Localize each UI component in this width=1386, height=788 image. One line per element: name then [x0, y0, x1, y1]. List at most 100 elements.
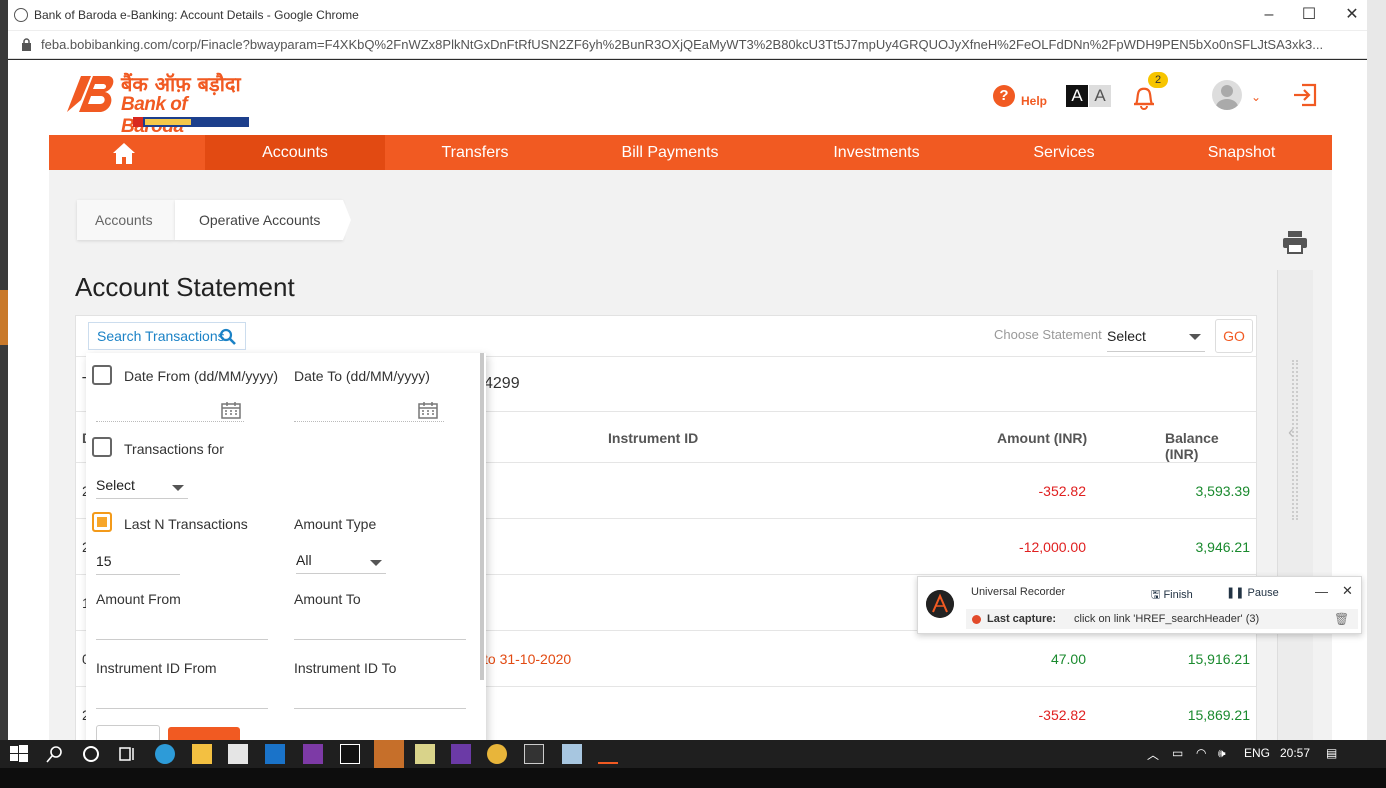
finish-label: Finish: [1163, 589, 1193, 601]
home-icon[interactable]: [111, 141, 137, 165]
finish-button[interactable]: 🖫 Finish: [1151, 586, 1193, 605]
screen-bottom: [0, 768, 1386, 788]
record-dot-icon: [972, 615, 981, 624]
account-line-right: 4299: [484, 375, 520, 392]
pause-button[interactable]: ❚❚ Pause: [1226, 586, 1279, 599]
notepad-icon[interactable]: [415, 744, 435, 764]
close-window-button[interactable]: ✕: [1338, 4, 1366, 26]
instrument-id-to-input[interactable]: [294, 708, 466, 709]
last-n-input[interactable]: 15: [96, 549, 180, 575]
file-explorer-icon[interactable]: [192, 744, 212, 764]
notepad2-icon[interactable]: [562, 744, 582, 764]
breadcrumb-accounts[interactable]: Accounts: [77, 200, 175, 240]
transactions-for-checkbox[interactable]: [92, 437, 112, 457]
search-icon: [219, 328, 236, 345]
windows-start-icon[interactable]: [9, 744, 29, 764]
avatar[interactable]: [1212, 80, 1242, 110]
url-text[interactable]: feba.bobibanking.com/corp/Finacle?bwaypa…: [41, 37, 1361, 52]
instrument-id-from-input[interactable]: [96, 708, 268, 709]
date-to-label: Date To (dd/MM/yyyy): [294, 368, 430, 384]
recorder-app-icon[interactable]: [598, 744, 618, 764]
recorder-close-button[interactable]: ✕: [1342, 583, 1353, 599]
row-balance: 15,916.21: [1187, 651, 1250, 667]
clear-button[interactable]: [96, 725, 160, 740]
chevron-up-icon[interactable]: ︿: [1147, 746, 1159, 763]
terminal-icon[interactable]: [524, 744, 544, 764]
side-collapse-panel[interactable]: ‹: [1277, 270, 1313, 740]
instrument-id-from-label: Instrument ID From: [96, 660, 217, 676]
row-balance: 3,946.21: [1195, 539, 1251, 555]
search-transactions-link[interactable]: Search Transactions: [88, 322, 246, 350]
amount-type-value: All: [296, 552, 312, 568]
font-size-large-button[interactable]: A: [1066, 85, 1088, 107]
printer-icon[interactable]: [1282, 230, 1308, 254]
cortana-icon[interactable]: [81, 744, 101, 764]
bank-logo[interactable]: बैंक ऑफ़ बड़ौदा Bank of Baroda: [63, 70, 249, 137]
calendar-icon[interactable]: [418, 401, 438, 419]
recorder-minimize-button[interactable]: —: [1315, 584, 1328, 599]
chevron-down-icon[interactable]: ⌄: [1251, 90, 1261, 104]
date-range-checkbox[interactable]: [92, 365, 112, 385]
visual-studio-icon[interactable]: [451, 744, 471, 764]
breadcrumb-operative-accounts: Operative Accounts: [175, 200, 343, 240]
search-transactions-form: Date From (dd/MM/yyyy) Date To (dd/MM/yy…: [86, 353, 486, 740]
nav-snapshot[interactable]: Snapshot: [1159, 135, 1324, 170]
recorder-name: Universal Recorder: [971, 586, 1066, 598]
edge-icon[interactable]: [155, 744, 175, 764]
date-from-label: Date From (dd/MM/yyyy): [124, 368, 279, 384]
recorder-logo-icon: [926, 590, 954, 618]
amount-from-input[interactable]: [96, 639, 268, 640]
form-scrollbar[interactable]: [480, 353, 484, 680]
globe-icon: [14, 8, 28, 22]
language-indicator[interactable]: ENG: [1244, 746, 1270, 760]
minimize-button[interactable]: –: [1255, 4, 1283, 26]
logout-icon[interactable]: [1292, 82, 1318, 108]
outlook-icon[interactable]: [265, 744, 285, 764]
wifi-icon[interactable]: ◠: [1196, 746, 1206, 760]
task-view-icon[interactable]: [117, 744, 137, 764]
row-amount: -352.82: [1038, 483, 1086, 499]
trash-icon[interactable]: 🗑: [1334, 612, 1349, 626]
teams-active-icon[interactable]: [374, 740, 404, 768]
chevron-down-icon: [1189, 334, 1201, 340]
choose-statement-label: Choose Statement: [994, 327, 1102, 342]
onenote-icon[interactable]: [303, 744, 323, 764]
nav-bill-payments[interactable]: Bill Payments: [581, 135, 759, 170]
last-n-transactions-checkbox[interactable]: [92, 512, 112, 532]
nav-transfers[interactable]: Transfers: [385, 135, 565, 170]
date-from-input[interactable]: [96, 421, 244, 422]
store-icon[interactable]: [228, 744, 248, 764]
lock-icon: [22, 38, 31, 51]
last-capture-label: Last capture:: [987, 613, 1057, 625]
clock[interactable]: 20:57: [1280, 746, 1310, 760]
notification-center-icon[interactable]: ▤: [1326, 746, 1337, 760]
amount-type-label: Amount Type: [294, 516, 377, 532]
battery-icon[interactable]: ▭: [1172, 746, 1183, 760]
intellij-icon[interactable]: [340, 744, 360, 764]
nav-investments[interactable]: Investments: [789, 135, 964, 170]
choose-statement-select[interactable]: Select: [1107, 322, 1205, 352]
date-to-input[interactable]: [294, 421, 444, 422]
row-description[interactable]: to 31-10-2020: [484, 651, 571, 667]
search-button[interactable]: [168, 727, 240, 740]
nav-accounts[interactable]: Accounts: [205, 135, 385, 170]
browser-titlebar: Bank of Baroda e-Banking: Account Detail…: [8, 0, 1367, 31]
volume-icon[interactable]: 🕪: [1218, 746, 1226, 761]
amount-to-input[interactable]: [294, 639, 466, 640]
address-bar[interactable]: feba.bobibanking.com/corp/Finacle?bwaypa…: [8, 31, 1367, 59]
font-size-small-button[interactable]: A: [1089, 85, 1111, 107]
browser-viewport: बैंक ऑफ़ बड़ौदा Bank of Baroda ? Help A …: [8, 60, 1367, 740]
go-button[interactable]: GO: [1215, 319, 1253, 353]
chevron-left-icon[interactable]: ‹: [1288, 422, 1294, 443]
search-icon[interactable]: [45, 744, 65, 764]
breadcrumb-arrow: [343, 200, 351, 240]
col-amount-header: Amount (INR): [997, 430, 1088, 446]
chrome-icon[interactable]: [487, 744, 507, 764]
transactions-for-select[interactable]: Select: [96, 473, 188, 499]
nav-services[interactable]: Services: [979, 135, 1149, 170]
amount-type-select[interactable]: All: [296, 548, 386, 574]
maximize-button[interactable]: ☐: [1295, 4, 1323, 26]
desktop-highlight: [0, 290, 8, 345]
amount-from-label: Amount From: [96, 591, 181, 607]
calendar-icon[interactable]: [221, 401, 241, 419]
